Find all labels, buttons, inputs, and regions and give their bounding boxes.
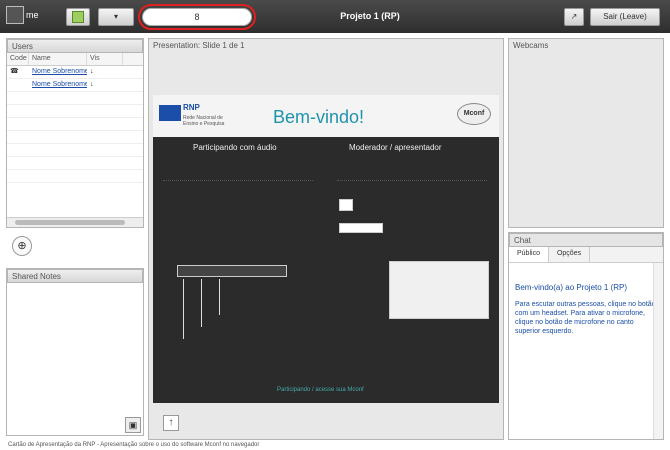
phone-icon: ☎ — [10, 68, 19, 75]
user-status: ↓ — [90, 81, 94, 88]
target-icon[interactable]: ⊕ — [12, 236, 32, 256]
app-logo: me — [6, 6, 46, 26]
user-status: ↓ — [90, 68, 94, 75]
table-row-empty — [7, 118, 143, 131]
slide-connector — [219, 279, 220, 315]
webcams-panel: Webcams — [508, 38, 664, 228]
chat-panel: Chat Público Opções Bem-vindo(a) ao Proj… — [508, 232, 664, 440]
slide-button-illustration — [339, 199, 353, 211]
chat-title: Chat — [509, 233, 663, 247]
status-button[interactable] — [66, 8, 90, 26]
settings-dropdown[interactable]: ▾ — [98, 8, 134, 26]
user-icon — [7, 79, 29, 91]
slide-connector — [201, 279, 202, 327]
table-row-empty — [7, 170, 143, 183]
chat-message: Para escutar outras pessoas, clique no b… — [515, 301, 656, 335]
chat-welcome: Bem-vindo(a) ao Projeto 1 (RP) — [515, 283, 628, 292]
col-vis[interactable]: Vis — [87, 53, 123, 65]
slide-footer: Participando / acesse sua Mconf — [277, 387, 364, 393]
table-row[interactable]: ☎ Nome Sobrenome ↓ — [7, 66, 143, 79]
slide-header: RNP Rede Nacional de Ensino e Pesquisa B… — [153, 95, 499, 137]
status-icon — [72, 11, 84, 23]
slide-connector — [183, 279, 184, 339]
webcams-title: Webcams — [513, 41, 549, 50]
rnp-logo-icon — [159, 105, 181, 121]
col-name[interactable]: Name — [29, 53, 87, 65]
share-button[interactable]: ↗ — [564, 8, 584, 26]
table-row-empty — [7, 144, 143, 157]
presentation-panel: Presentation: Slide 1 de 1 RNP Rede Naci… — [148, 38, 504, 440]
table-row[interactable]: Nome Sobrenome ↓ — [7, 79, 143, 92]
rnp-title: RNP — [183, 103, 200, 112]
table-row-empty — [7, 157, 143, 170]
table-row-empty — [7, 131, 143, 144]
mconf-logo: Mconf — [457, 103, 491, 125]
upload-icon[interactable]: ↑ — [163, 415, 179, 431]
tab-options[interactable]: Opções — [549, 247, 591, 262]
slide-right-heading: Moderador / apresentador — [349, 143, 442, 152]
rnp-subtitle: Rede Nacional de Ensino e Pesquisa — [183, 115, 225, 127]
slide-left-text — [163, 161, 313, 181]
table-row-empty — [7, 92, 143, 105]
table-row-empty — [7, 105, 143, 118]
scroll-thumb[interactable] — [15, 220, 125, 225]
users-table-header: Code Name Vis — [7, 53, 143, 66]
slide-right-text — [337, 161, 487, 181]
highlight-ring — [138, 4, 256, 30]
notes-title: Shared Notes — [7, 269, 143, 283]
users-title: Users — [7, 39, 143, 53]
horizontal-scrollbar[interactable] — [7, 217, 143, 227]
user-name[interactable]: Nome Sobrenome — [29, 79, 87, 91]
col-code[interactable]: Code — [7, 53, 29, 65]
slide-icons-illustration — [339, 223, 383, 233]
user-name[interactable]: Nome Sobrenome — [29, 66, 87, 78]
logout-button[interactable]: Sair (Leave) — [590, 8, 660, 26]
lock-icon[interactable]: ▣ — [125, 417, 141, 433]
slide-toolbar-illustration — [177, 265, 287, 277]
vertical-scrollbar[interactable] — [653, 263, 663, 439]
meeting-title: Projeto 1 (RP) — [340, 11, 400, 21]
status-bar: Cartão de Apresentação da RNP - Apresent… — [8, 442, 260, 448]
top-toolbar: me ▾ 8 Projeto 1 (RP) ↗ Sair (Leave) — [0, 0, 670, 33]
logo-text: me — [26, 10, 39, 20]
users-panel: Users Code Name Vis ☎ Nome Sobrenome ↓ N… — [6, 38, 144, 228]
slide-canvas: RNP Rede Nacional de Ensino e Pesquisa B… — [153, 95, 499, 403]
logo-icon — [6, 6, 24, 24]
shared-notes-panel: Shared Notes ▣ — [6, 268, 144, 436]
slide-welcome: Bem-vindo! — [273, 107, 365, 127]
slide-left-heading: Participando com áudio — [193, 143, 277, 152]
slide-window-illustration — [389, 261, 489, 319]
presentation-title: Presentation: Slide 1 de 1 — [153, 41, 245, 50]
tab-public[interactable]: Público — [509, 247, 549, 262]
chat-tabs: Público Opções — [509, 247, 663, 263]
